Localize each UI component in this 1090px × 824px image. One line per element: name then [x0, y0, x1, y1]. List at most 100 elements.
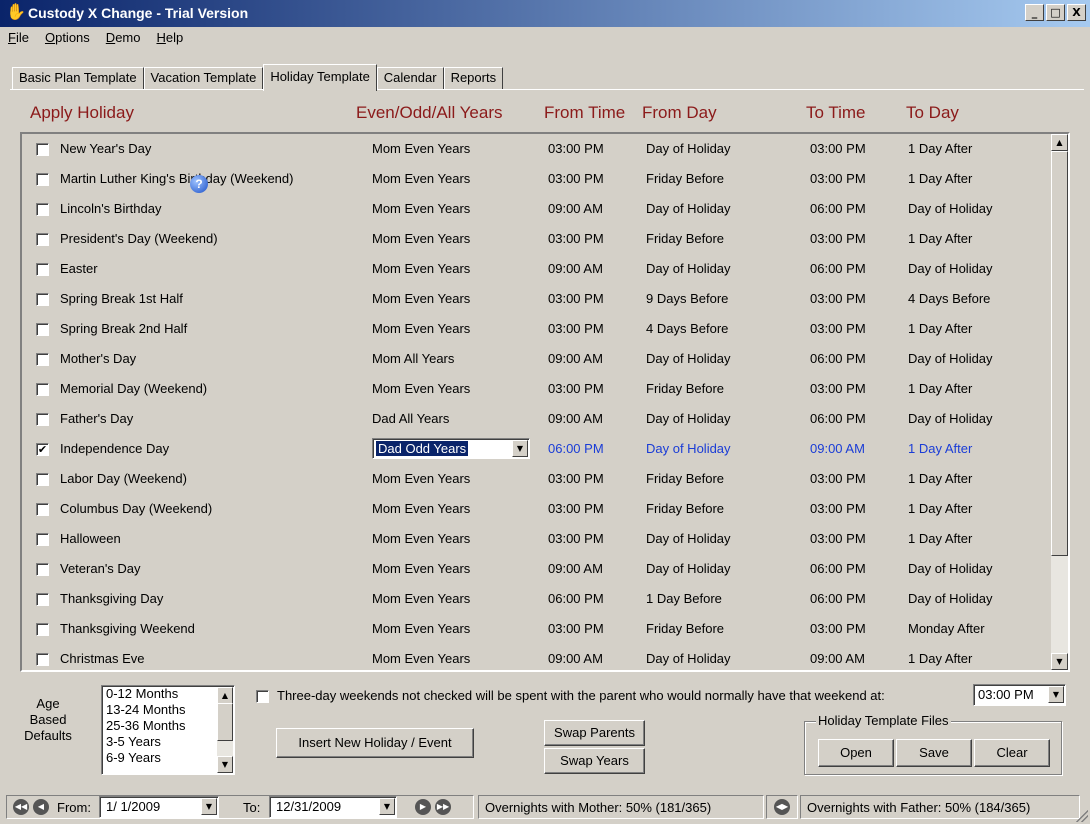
- holiday-to-day[interactable]: 1 Day After: [908, 381, 972, 396]
- apply-holiday-checkbox[interactable]: [36, 203, 49, 216]
- holiday-to-time[interactable]: 03:00 PM: [810, 501, 866, 516]
- holiday-to-time[interactable]: 06:00 PM: [810, 591, 866, 606]
- to-date-field[interactable]: 12/31/2009 ▼: [269, 796, 397, 818]
- holiday-from-day[interactable]: Day of Holiday: [646, 561, 731, 576]
- open-button[interactable]: Open: [818, 739, 894, 767]
- table-row[interactable]: Columbus Day (Weekend) Mom Even Years 03:0…: [22, 494, 1052, 524]
- from-date-field[interactable]: 1/ 1/2009 ▼: [99, 796, 219, 818]
- holiday-years[interactable]: Mom Even Years: [372, 201, 470, 216]
- chevron-down-icon[interactable]: ▼: [1048, 686, 1064, 703]
- table-row[interactable]: President's Day (Weekend) Mom Even Years 0…: [22, 224, 1052, 254]
- apply-holiday-checkbox[interactable]: [36, 233, 49, 246]
- holiday-to-day[interactable]: 1 Day After: [908, 231, 972, 246]
- swap-years-button[interactable]: Swap Years: [544, 748, 645, 774]
- three-day-checkbox[interactable]: [256, 690, 269, 704]
- holiday-from-day[interactable]: 4 Days Before: [646, 321, 728, 336]
- holiday-to-time[interactable]: 03:00 PM: [810, 381, 866, 396]
- table-row[interactable]: New Year's Day Mom Even Years 03:00 PM Day …: [22, 134, 1052, 164]
- table-row[interactable]: Spring Break 2nd Half Mom Even Years 03:00…: [22, 314, 1052, 344]
- menu-help[interactable]: Help: [154, 27, 197, 49]
- chevron-down-icon[interactable]: ▼: [512, 440, 528, 457]
- holiday-from-time[interactable]: 03:00 PM: [548, 321, 604, 336]
- holiday-from-day[interactable]: Friday Before: [646, 471, 724, 486]
- holiday-to-day[interactable]: Monday After: [908, 621, 985, 636]
- swap-parents-button[interactable]: Swap Parents: [544, 720, 645, 746]
- holiday-to-day[interactable]: Day of Holiday: [908, 411, 993, 426]
- holiday-to-time[interactable]: 03:00 PM: [810, 171, 866, 186]
- chevron-down-icon[interactable]: ▼: [201, 798, 217, 815]
- holiday-years[interactable]: Mom Even Years: [372, 561, 470, 576]
- holiday-to-day[interactable]: 1 Day After: [908, 471, 972, 486]
- holiday-to-day[interactable]: 1 Day After: [908, 141, 972, 156]
- holiday-to-time[interactable]: 03:00 PM: [810, 531, 866, 546]
- holiday-from-time[interactable]: 03:00 PM: [548, 621, 604, 636]
- holiday-name[interactable]: Spring Break 1st Half: [60, 291, 183, 306]
- age-defaults-list[interactable]: 0-12 Months 13-24 Months 25-36 Months 3-…: [101, 685, 235, 775]
- table-row[interactable]: Father's Day Dad All Years 09:00 AM Day of …: [22, 404, 1052, 434]
- previous-icon[interactable]: ◀: [33, 799, 49, 815]
- table-row[interactable]: Halloween Mom Even Years 03:00 PM Day of Ho…: [22, 524, 1052, 554]
- holiday-name[interactable]: Martin Luther King's Birthday (Weekend): [60, 171, 293, 186]
- holiday-from-time[interactable]: 09:00 AM: [548, 651, 603, 666]
- holiday-from-day[interactable]: Day of Holiday: [646, 141, 731, 156]
- holiday-name[interactable]: Thanksgiving Weekend: [60, 621, 195, 636]
- table-row[interactable]: Memorial Day (Weekend) Mom Even Years 03:0…: [22, 374, 1052, 404]
- holiday-from-day[interactable]: Day of Holiday: [646, 531, 731, 546]
- balance-toggle-icon[interactable]: ◀▶: [774, 799, 790, 815]
- holiday-from-day[interactable]: Day of Holiday: [646, 351, 731, 366]
- table-row[interactable]: Spring Break 1st Half Mom Even Years 03:00…: [22, 284, 1052, 314]
- age-option[interactable]: 6-9 Years: [102, 750, 234, 766]
- holiday-years[interactable]: Mom Even Years: [372, 651, 470, 666]
- table-row[interactable]: Easter Mom Even Years 09:00 AM Day of Holid…: [22, 254, 1052, 284]
- table-row[interactable]: Christmas Eve Mom Even Years 09:00 AM Day o…: [22, 644, 1052, 670]
- holiday-to-time[interactable]: 06:00 PM: [810, 201, 866, 216]
- three-day-time-select[interactable]: 03:00 PM ▼: [973, 684, 1066, 706]
- holiday-name[interactable]: Father's Day: [60, 411, 133, 426]
- apply-holiday-checkbox[interactable]: [36, 293, 49, 306]
- age-option[interactable]: 0-12 Months: [102, 686, 234, 702]
- table-row[interactable]: Labor Day (Weekend) Mom Even Years 03:00 P…: [22, 464, 1052, 494]
- apply-holiday-checkbox[interactable]: [36, 623, 49, 636]
- holiday-to-time[interactable]: 09:00 AM: [810, 651, 865, 666]
- holiday-name[interactable]: Columbus Day (Weekend): [60, 501, 212, 516]
- apply-holiday-checkbox[interactable]: [36, 503, 49, 516]
- apply-holiday-checkbox[interactable]: [36, 353, 49, 366]
- tab-reports[interactable]: Reports: [443, 67, 504, 90]
- tab-basic-plan-template[interactable]: Basic Plan Template: [12, 67, 144, 90]
- holiday-years[interactable]: Mom Even Years: [372, 141, 470, 156]
- holiday-from-day[interactable]: Day of Holiday: [646, 201, 731, 216]
- holiday-from-day[interactable]: Friday Before: [646, 231, 724, 246]
- apply-holiday-checkbox[interactable]: ✔: [36, 443, 49, 456]
- table-row[interactable]: Martin Luther King's Birthday (Weekend) M…: [22, 164, 1052, 194]
- table-row[interactable]: Thanksgiving Day Mom Even Years 06:00 PM 1 …: [22, 584, 1052, 614]
- resize-grip-icon[interactable]: [1076, 810, 1088, 822]
- holiday-years[interactable]: Mom Even Years: [372, 231, 470, 246]
- years-select[interactable]: Dad Odd Years ▼: [372, 438, 530, 459]
- holiday-years[interactable]: Mom Even Years: [372, 471, 470, 486]
- holiday-name[interactable]: Lincoln's Birthday: [60, 201, 161, 216]
- scroll-thumb[interactable]: [217, 703, 233, 741]
- holiday-to-day[interactable]: 1 Day After: [908, 501, 972, 516]
- help-icon[interactable]: ?: [190, 175, 208, 193]
- holiday-to-day[interactable]: 1 Day After: [908, 171, 972, 186]
- holiday-to-day[interactable]: 1 Day After: [908, 531, 972, 546]
- holiday-years[interactable]: Mom Even Years: [372, 321, 470, 336]
- holiday-to-day[interactable]: 1 Day After: [908, 321, 972, 336]
- holiday-name[interactable]: Spring Break 2nd Half: [60, 321, 187, 336]
- holiday-name[interactable]: Veteran's Day: [60, 561, 141, 576]
- apply-holiday-checkbox[interactable]: [36, 173, 49, 186]
- holiday-to-time[interactable]: 03:00 PM: [810, 291, 866, 306]
- minimize-button[interactable]: _: [1025, 4, 1044, 21]
- holiday-from-time[interactable]: 09:00 AM: [548, 261, 603, 276]
- holiday-from-time[interactable]: 09:00 AM: [548, 561, 603, 576]
- holiday-to-time[interactable]: 03:00 PM: [810, 321, 866, 336]
- holiday-to-day[interactable]: Day of Holiday: [908, 591, 993, 606]
- table-row[interactable]: Veteran's Day Mom Even Years 09:00 AM Day o…: [22, 554, 1052, 584]
- scroll-down-icon[interactable]: ▼: [1051, 653, 1068, 670]
- holiday-to-day[interactable]: Day of Holiday: [908, 261, 993, 276]
- holiday-from-time[interactable]: 06:00 PM: [548, 441, 604, 456]
- holiday-to-day[interactable]: Day of Holiday: [908, 561, 993, 576]
- holiday-to-day[interactable]: 1 Day After: [908, 441, 972, 456]
- holiday-name[interactable]: Christmas Eve: [60, 651, 145, 666]
- holiday-years[interactable]: Mom Even Years: [372, 501, 470, 516]
